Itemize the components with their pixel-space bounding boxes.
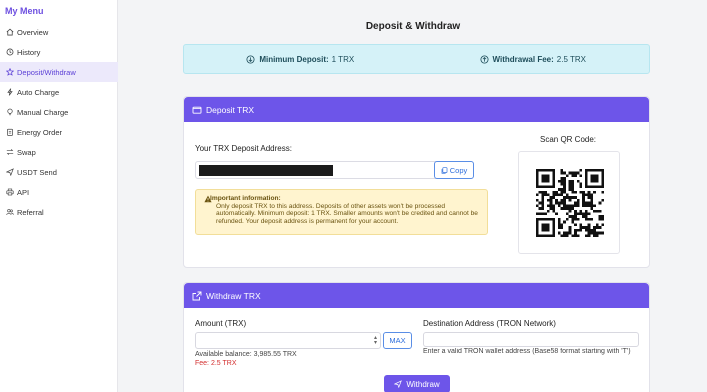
wallet-icon [192, 105, 202, 115]
printer-icon [5, 188, 14, 197]
arrow-down-circle-icon [246, 54, 255, 64]
withdraw-card: Withdraw TRX Amount (TRX) ▴ ▾ MAX Availab… [183, 282, 650, 392]
withdraw-button-label: Withdraw [406, 379, 440, 389]
qr-code-box [518, 151, 620, 254]
sidebar-item-label: Deposit/Withdraw [17, 67, 76, 77]
warning-icon [204, 195, 212, 203]
withdrawal-fee-info: Withdrawal Fee: 2.5 TRX [417, 55, 650, 64]
sidebar: My Menu Overview History Deposit/Withdra… [0, 0, 118, 392]
qr-code-label: Scan QR Code: [540, 135, 597, 144]
copy-button-label: Copy [449, 165, 468, 175]
main-content: Deposit & Withdraw Minimum Deposit: 1 TR… [119, 0, 707, 392]
arrow-up-circle-icon [479, 54, 489, 64]
sidebar-item-label: API [17, 187, 30, 197]
amount-input[interactable]: ▴ ▾ [195, 332, 381, 349]
sidebar-item-api[interactable]: API [0, 182, 118, 202]
sidebar-item-referral[interactable]: Referral [0, 202, 118, 222]
copy-address-button[interactable]: Copy [434, 161, 474, 179]
qr-code-image [536, 169, 604, 237]
sidebar-item-label: Swap [17, 147, 36, 157]
sidebar-item-label: Auto Charge [17, 87, 60, 97]
deposit-address-field[interactable]: Copy [195, 161, 474, 179]
deposit-address-label: Your TRX Deposit Address: [195, 144, 292, 153]
max-button[interactable]: MAX [383, 332, 412, 349]
amount-label: Amount (TRX) [195, 319, 247, 328]
send-icon [5, 168, 14, 177]
sidebar-brand: My Menu [5, 6, 44, 16]
sidebar-item-label: Manual Charge [17, 107, 69, 117]
sidebar-item-usdt-send[interactable]: USDT Send [0, 162, 118, 182]
external-link-icon [192, 291, 202, 301]
min-deposit-value: 1 TRX [331, 54, 355, 64]
deposit-card-title: Deposit TRX [206, 104, 255, 115]
sidebar-item-energy-order[interactable]: Energy Order [0, 122, 118, 142]
sidebar-item-auto-charge[interactable]: Auto Charge [0, 82, 118, 102]
sidebar-item-label: Energy Order [17, 127, 63, 137]
copy-icon [441, 166, 448, 174]
page-title: Deposit & Withdraw [365, 21, 461, 32]
deposit-card-header: Deposit TRX [184, 97, 649, 122]
sidebar-item-label: USDT Send [17, 167, 57, 177]
deposit-card: Deposit TRX Your TRX Deposit Address: Co… [183, 96, 650, 268]
destination-label: Destination Address (TRON Network) [423, 319, 556, 328]
withdraw-button[interactable]: Withdraw [384, 375, 450, 392]
alert-title: Important information: [210, 195, 281, 202]
destination-hint-text: Enter a valid TRON wallet address (Base5… [423, 348, 631, 355]
clock-icon [5, 48, 14, 57]
withdraw-card-header: Withdraw TRX [184, 283, 649, 308]
clipboard-icon [5, 128, 14, 137]
sidebar-item-overview[interactable]: Overview [0, 22, 118, 42]
sidebar-item-label: Overview [17, 27, 49, 37]
alert-text: Only deposit TRX to this address. Deposi… [216, 202, 478, 225]
withdrawal-fee-label: Withdrawal Fee: [492, 54, 554, 64]
min-deposit-info: Minimum Deposit: 1 TRX [184, 55, 417, 64]
lightning-icon [5, 88, 14, 97]
fee-text: Fee: 2.5 TRX [195, 360, 237, 367]
sidebar-item-swap[interactable]: Swap [0, 142, 118, 162]
swap-icon [5, 148, 14, 157]
min-deposit-label: Minimum Deposit: [259, 54, 329, 64]
home-icon [5, 28, 14, 37]
limits-info-bar: Minimum Deposit: 1 TRX Withdrawal Fee: 2… [183, 44, 650, 74]
send-icon [394, 380, 403, 388]
sidebar-item-history[interactable]: History [0, 42, 118, 62]
deposit-address-redacted [199, 165, 333, 176]
deposit-warning-alert: Important information: Only deposit TRX … [195, 189, 488, 235]
stepper-arrows-icon[interactable]: ▴ ▾ [374, 335, 377, 346]
lightbulb-icon [5, 108, 14, 117]
sidebar-item-label: History [17, 47, 41, 57]
destination-address-input[interactable] [423, 332, 639, 347]
sidebar-item-manual-charge[interactable]: Manual Charge [0, 102, 118, 122]
withdrawal-fee-value: 2.5 TRX [556, 54, 586, 64]
sidebar-nav: Overview History Deposit/Withdraw Auto C… [0, 22, 118, 222]
star-icon [5, 68, 14, 77]
sidebar-item-deposit-withdraw[interactable]: Deposit/Withdraw [0, 62, 118, 82]
available-balance-text: Available balance: 3,985.55 TRX [195, 351, 297, 358]
users-icon [5, 208, 14, 217]
withdraw-card-title: Withdraw TRX [206, 290, 261, 301]
sidebar-item-label: Referral [17, 207, 44, 217]
